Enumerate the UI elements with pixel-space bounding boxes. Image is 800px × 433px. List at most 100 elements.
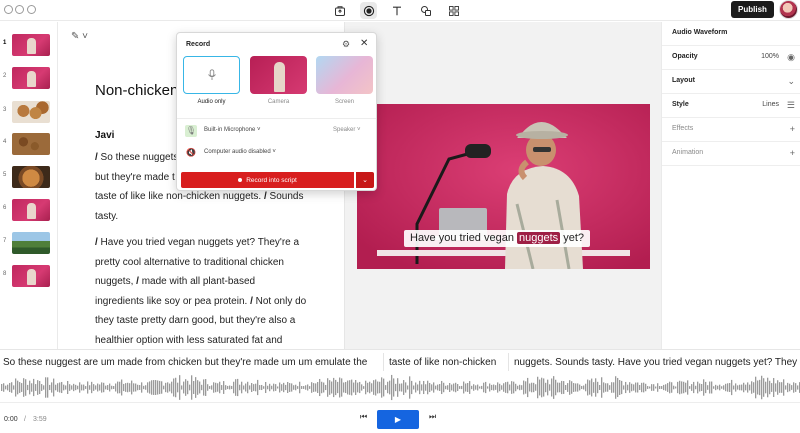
scene-thumbnail[interactable]: 8 bbox=[0, 265, 58, 287]
transcript-segment[interactable]: nuggets. Sounds tasty. Have you tried ve… bbox=[514, 357, 797, 368]
waveform-bar bbox=[287, 381, 289, 394]
waveform-bar bbox=[205, 379, 207, 396]
record-into-script-button[interactable]: Record into script bbox=[181, 172, 354, 188]
script-title[interactable]: Non-chicken bbox=[95, 82, 178, 99]
waveform-bar bbox=[563, 381, 565, 394]
waveform-bar bbox=[203, 379, 205, 396]
user-avatar[interactable] bbox=[779, 0, 798, 19]
scene-thumbnail[interactable]: 6 bbox=[0, 199, 58, 221]
waveform-bar bbox=[553, 376, 555, 399]
waveform-bar bbox=[583, 385, 585, 390]
layout-row[interactable]: Layout ⌄ bbox=[662, 70, 800, 94]
window-close-dot[interactable] bbox=[4, 5, 13, 14]
microphone-select[interactable]: Built-in Microphone ˅ bbox=[204, 127, 261, 133]
waveform-bar bbox=[535, 384, 537, 391]
window-maximize-dot[interactable] bbox=[27, 5, 36, 14]
style-row[interactable]: Style Lines ☰ bbox=[662, 94, 800, 118]
skip-back-icon[interactable]: ⏮ bbox=[360, 412, 367, 422]
waveform-bar bbox=[567, 383, 569, 392]
waveform-bar bbox=[405, 382, 407, 393]
scene-thumbnail[interactable]: 4 bbox=[0, 133, 58, 155]
waveform-bar bbox=[613, 382, 615, 393]
animation-row[interactable]: Animation + bbox=[662, 142, 800, 166]
text-icon[interactable] bbox=[388, 2, 405, 19]
waveform-bar bbox=[181, 385, 183, 390]
waveform-bar bbox=[161, 381, 163, 394]
style-value[interactable]: Lines bbox=[762, 101, 779, 108]
gear-icon[interactable]: ⚙ bbox=[342, 39, 350, 50]
play-button[interactable]: ▶ bbox=[377, 410, 419, 429]
mode-camera[interactable] bbox=[250, 56, 307, 94]
waveform-bar bbox=[417, 384, 419, 391]
waveform-bar bbox=[791, 385, 793, 390]
waveform-bar bbox=[407, 385, 409, 390]
waveform-bar bbox=[267, 385, 269, 390]
waveform-bar bbox=[545, 382, 547, 393]
waveform-bar bbox=[367, 382, 369, 393]
waveform-bar bbox=[303, 386, 305, 389]
publish-button[interactable]: Publish bbox=[731, 1, 774, 18]
waveform-bar bbox=[191, 375, 193, 400]
waveform-bar bbox=[693, 381, 695, 394]
waveform-bar bbox=[409, 376, 411, 399]
grid-icon[interactable] bbox=[445, 2, 462, 19]
opacity-value[interactable]: 100% bbox=[761, 53, 779, 60]
plus-icon[interactable]: + bbox=[790, 124, 795, 134]
waveform-bar bbox=[573, 383, 575, 392]
video-caption[interactable]: Have you tried vegan nuggets yet? bbox=[404, 230, 591, 247]
microphone-source-row[interactable]: 🎙 Built-in Microphone ˅ Speaker ˅ bbox=[177, 121, 376, 141]
eye-icon[interactable]: ◉ bbox=[787, 52, 795, 62]
waveform-bar bbox=[113, 385, 115, 390]
speaker-select[interactable]: Speaker ˅ bbox=[333, 127, 361, 133]
waveform-bar bbox=[245, 383, 247, 392]
scene-thumbnail[interactable]: 7 bbox=[0, 232, 58, 254]
waveform-bar bbox=[435, 385, 437, 390]
waveform-bar bbox=[521, 385, 523, 390]
chevron-down-icon[interactable]: ⌄ bbox=[356, 172, 374, 188]
window-minimize-dot[interactable] bbox=[15, 5, 24, 14]
mode-screen[interactable] bbox=[316, 56, 373, 94]
video-preview[interactable]: Have you tried vegan nuggets yet? bbox=[357, 104, 650, 269]
waveform-bar bbox=[389, 380, 391, 395]
properties-inspector: Audio Waveform Opacity 100% ◉ Layout ⌄ S… bbox=[661, 22, 800, 349]
upload-icon[interactable] bbox=[331, 2, 348, 19]
waveform-bar bbox=[723, 385, 725, 390]
plus-icon[interactable]: + bbox=[790, 148, 795, 158]
shapes-icon[interactable] bbox=[417, 2, 434, 19]
close-icon[interactable]: ✕ bbox=[360, 38, 368, 49]
computer-audio-select[interactable]: Computer audio disabled ˅ bbox=[204, 149, 276, 155]
sliders-icon[interactable]: ☰ bbox=[787, 100, 795, 110]
script-paragraph[interactable]: / Have you tried vegan nuggets yet? They… bbox=[95, 233, 320, 349]
scene-thumbnail[interactable]: 5 bbox=[0, 166, 58, 188]
effects-row[interactable]: Effects + bbox=[662, 118, 800, 142]
waveform-bar bbox=[597, 381, 599, 394]
waveform-bar bbox=[39, 380, 41, 395]
waveform-bar bbox=[137, 384, 139, 391]
computer-audio-row[interactable]: 🔇 Computer audio disabled ˅ bbox=[177, 143, 376, 163]
caption-text: yet? bbox=[560, 232, 585, 244]
scene-thumbnail[interactable]: 3 bbox=[0, 101, 58, 123]
waveform-bar bbox=[381, 377, 383, 398]
waveform-bar bbox=[495, 385, 497, 390]
scene-thumbnail[interactable]: 1 bbox=[0, 34, 58, 56]
waveform-bar bbox=[91, 381, 93, 394]
waveform-bar bbox=[23, 378, 25, 397]
opacity-row[interactable]: Opacity 100% ◉ bbox=[662, 46, 800, 70]
waveform-bar bbox=[501, 385, 503, 390]
transcript-segment[interactable]: So these nuggest are um made from chicke… bbox=[3, 357, 367, 368]
waveform-bar bbox=[83, 384, 85, 391]
record-icon[interactable] bbox=[360, 2, 377, 19]
mode-audio-only[interactable] bbox=[183, 56, 240, 94]
scene-thumbnail[interactable]: 2 bbox=[0, 67, 58, 89]
waveform-bar bbox=[453, 383, 455, 392]
chevron-down-icon[interactable]: ⌄ bbox=[787, 76, 795, 86]
waveform-bar bbox=[627, 384, 629, 391]
waveform-bar bbox=[325, 384, 327, 391]
audio-waveform[interactable] bbox=[0, 373, 800, 402]
pen-icon[interactable]: ✎ ˅ bbox=[71, 31, 88, 42]
skip-forward-icon[interactable]: ⏭ bbox=[429, 412, 436, 422]
transcript-segment[interactable]: taste of like non-chicken bbox=[389, 357, 496, 368]
waveform-bar bbox=[629, 382, 631, 393]
scene-image bbox=[12, 34, 50, 56]
speaker-name[interactable]: Javi bbox=[95, 130, 114, 141]
